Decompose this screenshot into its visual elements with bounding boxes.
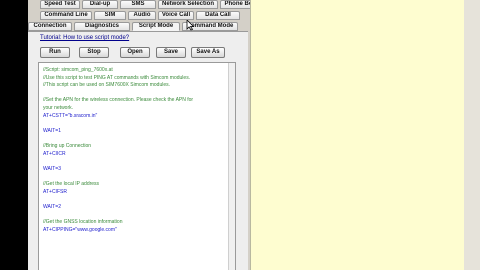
- script-line: AT+CSTT="b.sracom.in": [43, 112, 98, 119]
- script-line: //Use this script to test PING AT comman…: [43, 74, 191, 81]
- tab-script-mode[interactable]: Script Mode: [132, 22, 180, 31]
- script-line: your network.: [43, 105, 74, 111]
- tab-speed-test[interactable]: Speed Test: [40, 0, 80, 9]
- script-line: //This script can be used on SIM7600X Si…: [43, 82, 171, 89]
- editor-scrollbar[interactable]: [228, 63, 235, 270]
- save-button[interactable]: Save: [156, 47, 186, 58]
- tutorial-link[interactable]: Tutorial: How to use script mode?: [40, 35, 129, 41]
- script-line: AT+CIPPING="www.google.com": [43, 226, 117, 233]
- tab-row-1: Speed Test Dial-up SMS Network Selection…: [28, 0, 264, 9]
- script-editor[interactable]: //Script: simcom_ping_7600x.at//Use this…: [38, 62, 236, 270]
- run-button[interactable]: Run: [40, 47, 70, 58]
- save-as-button[interactable]: Save As: [191, 47, 225, 58]
- tab-command-line[interactable]: Command Line: [40, 11, 92, 20]
- tab-bar: Speed Test Dial-up SMS Network Selection…: [28, 0, 264, 31]
- script-line: WAIT=3: [43, 165, 62, 172]
- mouse-cursor-icon: [186, 20, 195, 31]
- output-pane[interactable]: [250, 0, 465, 270]
- script-line: //Set the APN for the wireless connectio…: [43, 97, 194, 104]
- tab-data-call[interactable]: Data Call: [196, 11, 240, 20]
- tab-sms[interactable]: SMS: [120, 0, 156, 9]
- script-line: //Bring up Connection: [43, 143, 92, 149]
- script-mode-panel: Tutorial: How to use script mode? Run St…: [28, 31, 248, 270]
- tab-network-selection[interactable]: Network Selection: [158, 0, 218, 9]
- open-button[interactable]: Open: [120, 47, 150, 58]
- script-line: AT+CIFSR: [43, 188, 67, 195]
- tab-dial-up[interactable]: Dial-up: [82, 0, 118, 9]
- tab-connection[interactable]: Connection: [28, 22, 72, 31]
- stop-button[interactable]: Stop: [79, 47, 109, 58]
- tab-row-2: Command Line SIM Audio Voice Call Data C…: [28, 11, 248, 20]
- script-line: //Script: simcom_ping_7600x.at: [43, 67, 113, 73]
- script-line: //Get the local IP address: [43, 181, 100, 187]
- script-line: WAIT=1: [43, 127, 62, 134]
- tab-diagnostics[interactable]: Diagnostics: [74, 22, 130, 31]
- tab-sim[interactable]: SIM: [94, 11, 126, 20]
- tab-row-3: Connection Diagnostics Script Mode Comma…: [28, 22, 248, 31]
- script-line: //Get the GNSS location information: [43, 219, 123, 225]
- app-window: Speed Test Dial-up SMS Network Selection…: [28, 0, 480, 270]
- tab-audio[interactable]: Audio: [128, 11, 156, 20]
- tab-voice-call[interactable]: Voice Call: [158, 11, 194, 20]
- script-line: AT+CIICR: [43, 150, 66, 157]
- output-scrollbar[interactable]: [464, 0, 480, 270]
- script-line: WAIT=2: [43, 203, 62, 210]
